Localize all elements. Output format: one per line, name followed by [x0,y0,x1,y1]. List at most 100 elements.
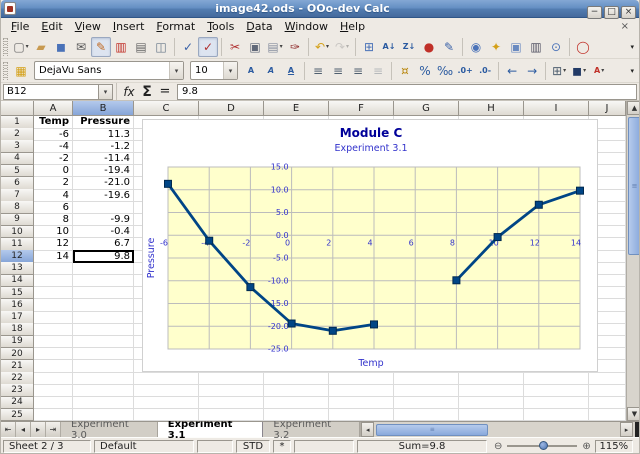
row-header-9[interactable]: 9 [1,214,34,227]
sort-ascending-icon[interactable]: A↓ [379,37,399,57]
insert-chart-icon[interactable]: ● [419,37,439,57]
cell-A20[interactable] [34,348,73,361]
zoom-icon[interactable]: ⊙ [546,37,566,57]
cell-B3[interactable]: -1.2 [73,140,134,153]
row-header-14[interactable]: 14 [1,275,34,288]
cell-B12[interactable]: 9.8 [73,250,134,263]
document-close-button[interactable]: × [615,21,635,32]
cell-A19[interactable] [34,336,73,349]
cell-J23[interactable] [589,384,626,397]
scroll-down-icon[interactable]: ▼ [627,407,640,421]
cell-H22[interactable] [459,372,524,385]
column-header-J[interactable]: J [589,101,626,116]
dropdown-arrow-icon[interactable]: ▾ [26,44,29,50]
menu-help[interactable]: Help [334,19,371,34]
cell-B7[interactable]: -19.6 [73,189,134,202]
zoom-in-icon[interactable]: ⊕ [582,441,590,452]
background-color-icon[interactable]: ◼▾ [569,61,589,81]
cell-E25[interactable] [264,409,329,421]
cell-A25[interactable] [34,409,73,421]
menu-window[interactable]: Window [279,19,334,34]
cell-A16[interactable] [34,299,73,312]
maximize-button[interactable]: □ [604,6,619,19]
row-header-6[interactable]: 6 [1,177,34,190]
paste-icon[interactable]: ▤▾ [265,37,285,57]
menu-format[interactable]: Format [150,19,201,34]
row-header-3[interactable]: 3 [1,140,34,153]
cell-D25[interactable] [199,409,264,421]
formula-input[interactable]: 9.8 [177,84,637,100]
cell-E22[interactable] [264,372,329,385]
cell-G22[interactable] [394,372,459,385]
align-left-icon[interactable]: ≡ [308,61,328,81]
data-sources-icon[interactable]: ▥ [526,37,546,57]
dropdown-arrow-icon[interactable]: ▾ [601,68,604,74]
cell-A2[interactable]: -6 [34,128,73,141]
styles-icon[interactable]: ▦ [11,61,31,81]
cell-A11[interactable]: 12 [34,238,73,251]
cell-B6[interactable]: -21.0 [73,177,134,190]
selection-mode-field[interactable]: STD [236,440,270,453]
cell-C23[interactable] [134,384,199,397]
row-header-16[interactable]: 16 [1,299,34,312]
sort-descending-icon[interactable]: Z↓ [399,37,419,57]
page-style-field[interactable]: Default [94,440,194,453]
cell-H25[interactable] [459,409,524,421]
toolbar-handle[interactable] [3,38,8,56]
delete-decimal-place-icon[interactable]: .0- [475,61,495,81]
cell-B25[interactable] [73,409,134,421]
column-header-E[interactable]: E [264,101,329,116]
cell-A15[interactable] [34,287,73,300]
split-handle[interactable] [635,422,639,437]
row-header-17[interactable]: 17 [1,311,34,324]
font-size-dropdown-icon[interactable]: ▾ [223,62,237,79]
cell-A22[interactable] [34,372,73,385]
cell-C24[interactable] [134,397,199,410]
cell-G24[interactable] [394,397,459,410]
row-header-13[interactable]: 13 [1,262,34,275]
cell-B22[interactable] [73,372,134,385]
row-header-15[interactable]: 15 [1,287,34,300]
cell-B20[interactable] [73,348,134,361]
cell-H23[interactable] [459,384,524,397]
toolbar-options-icon[interactable]: ▾ [627,43,637,51]
cell-G23[interactable] [394,384,459,397]
font-size-combobox[interactable]: 10▾ [190,61,238,80]
number-format-currency-icon[interactable]: ¤ [395,61,415,81]
edit-mode-icon[interactable]: ✎ [91,37,111,57]
cell-B2[interactable]: 11.3 [73,128,134,141]
cell-A10[interactable]: 10 [34,226,73,239]
row-header-25[interactable]: 25 [1,409,34,421]
column-header-D[interactable]: D [199,101,264,116]
row-header-8[interactable]: 8 [1,201,34,214]
sum-field[interactable]: Sum=9.8 [357,440,487,453]
cell-B23[interactable] [73,384,134,397]
select-all-corner[interactable] [1,101,34,116]
cell-F22[interactable] [329,372,394,385]
cell-F23[interactable] [329,384,394,397]
cell-B14[interactable] [73,275,134,288]
row-header-10[interactable]: 10 [1,226,34,239]
insert-hyperlink-icon[interactable]: ⊞ [359,37,379,57]
format-paintbrush-icon[interactable]: ✑ [285,37,305,57]
sheet-tab-experiment-3-0[interactable]: Experiment 3.0 [61,422,158,437]
vertical-scrollbar[interactable]: ▲ ≡ ▼ [626,101,640,421]
sum-icon[interactable]: Σ [138,84,156,100]
row-header-18[interactable]: 18 [1,323,34,336]
align-right-icon[interactable]: ≡ [348,61,368,81]
number-format-percent-icon[interactable]: % [415,61,435,81]
name-box-dropdown-icon[interactable]: ▾ [99,84,113,100]
cell-B9[interactable]: -9.9 [73,214,134,227]
cell-A4[interactable]: -2 [34,153,73,166]
name-box[interactable]: B12 [3,84,99,100]
cell-A23[interactable] [34,384,73,397]
column-header-G[interactable]: G [394,101,459,116]
menu-edit[interactable]: Edit [35,19,68,34]
sheet-position-field[interactable]: Sheet 2 / 3 [3,440,91,453]
show-draw-functions-icon[interactable]: ✎ [439,37,459,57]
cell-B11[interactable]: 6.7 [73,238,134,251]
column-header-B[interactable]: B [73,101,134,116]
email-icon[interactable]: ✉ [71,37,91,57]
cell-A18[interactable] [34,323,73,336]
cell-B24[interactable] [73,397,134,410]
